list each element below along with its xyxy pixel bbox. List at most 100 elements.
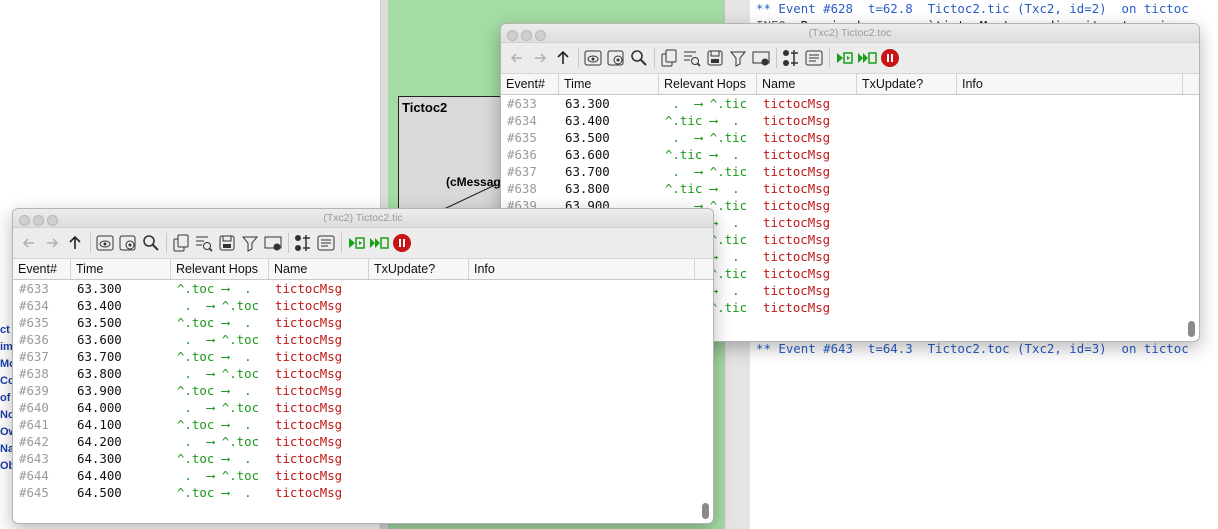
event-number: #644 xyxy=(19,468,49,483)
network-button[interactable] xyxy=(781,48,801,68)
table-row[interactable]: #638 63.800 ^.tic ⟶ . tictocMsg xyxy=(501,180,1199,197)
copy-icon xyxy=(661,49,677,67)
column-header[interactable]: Time xyxy=(559,74,659,94)
message-name: tictocMsg xyxy=(275,298,343,313)
back-button[interactable] xyxy=(19,233,39,253)
search-icon xyxy=(631,50,647,66)
column-header[interactable]: Event# xyxy=(13,259,71,279)
message-name: tictocMsg xyxy=(275,383,343,398)
message-name: tictocMsg xyxy=(275,434,343,449)
column-header[interactable]: Relevant Hops xyxy=(659,74,757,94)
list-item[interactable]: No xyxy=(0,407,12,424)
event-time: 63.900 xyxy=(77,383,122,398)
scrollbar[interactable] xyxy=(1188,321,1195,337)
table-row[interactable]: #637 63.700 ^.toc ⟶ . tictocMsg xyxy=(13,348,713,365)
message-name: tictocMsg xyxy=(763,283,831,298)
message-name: tictocMsg xyxy=(275,485,343,500)
table-row[interactable]: #636 63.600 ^.tic ⟶ . tictocMsg xyxy=(501,146,1199,163)
find-button[interactable] xyxy=(194,233,214,253)
table-row[interactable]: #638 63.800 . ⟶ ^.toc tictocMsg xyxy=(13,365,713,382)
filter-button[interactable] xyxy=(240,233,260,253)
table-row[interactable]: #642 64.200 . ⟶ ^.toc tictocMsg xyxy=(13,433,713,450)
list-icon xyxy=(317,235,335,251)
event-number: #634 xyxy=(19,298,49,313)
network-button[interactable] xyxy=(293,233,313,253)
table-row[interactable]: #643 64.300 ^.toc ⟶ . tictocMsg xyxy=(13,450,713,467)
config-icon xyxy=(752,51,770,66)
table-row[interactable]: #641 64.100 ^.toc ⟶ . tictocMsg xyxy=(13,416,713,433)
stop-button[interactable] xyxy=(880,48,900,68)
settings-button[interactable] xyxy=(606,48,626,68)
settings-icon xyxy=(119,235,136,251)
table-row[interactable]: #640 64.000 . ⟶ ^.toc tictocMsg xyxy=(13,399,713,416)
column-header[interactable]: Name xyxy=(757,74,857,94)
save-button[interactable] xyxy=(705,48,725,68)
forward-button[interactable] xyxy=(42,233,62,253)
inspect-button[interactable] xyxy=(583,48,603,68)
config-button[interactable] xyxy=(263,233,283,253)
window-titlebar[interactable]: (Txc2) Tictoc2.tic xyxy=(13,209,713,228)
inspect-button[interactable] xyxy=(95,233,115,253)
run-button[interactable] xyxy=(834,48,854,68)
table-row[interactable]: #633 63.300 ^.toc ⟶ . tictocMsg xyxy=(13,280,713,297)
list-button[interactable] xyxy=(804,48,824,68)
event-number: #643 xyxy=(19,451,49,466)
column-header[interactable]: Relevant Hops xyxy=(171,259,269,279)
table-row[interactable]: #635 63.500 . ⟶ ^.tic tictocMsg xyxy=(501,129,1199,146)
list-item[interactable]: ct xyxy=(0,322,12,339)
table-row[interactable]: #645 64.500 ^.toc ⟶ . tictocMsg xyxy=(13,484,713,501)
copy-button[interactable] xyxy=(171,233,191,253)
up-button[interactable] xyxy=(65,233,85,253)
save-button[interactable] xyxy=(217,233,237,253)
event-table: #633 63.300 ^.toc ⟶ . tictocMsg #634 63.400 .… xyxy=(13,280,713,501)
fast-run-button[interactable] xyxy=(857,48,877,68)
copy-button[interactable] xyxy=(659,48,679,68)
log-line: ** Event #643 t=64.3 Tictoc2.toc (Txc2, … xyxy=(756,341,1189,356)
back-icon xyxy=(22,238,34,248)
table-row[interactable]: #635 63.500 ^.toc ⟶ . tictocMsg xyxy=(13,314,713,331)
back-button[interactable] xyxy=(507,48,527,68)
event-time: 63.800 xyxy=(565,181,610,196)
column-header[interactable]: Name xyxy=(269,259,369,279)
table-row[interactable]: #644 64.400 . ⟶ ^.toc tictocMsg xyxy=(13,467,713,484)
table-header: Event# Time Relevant Hops Name TxUpdate? Info xyxy=(13,259,713,280)
event-time: 63.500 xyxy=(565,130,610,145)
search-button[interactable] xyxy=(141,233,161,253)
filter-button[interactable] xyxy=(728,48,748,68)
table-row[interactable]: #634 63.400 ^.tic ⟶ . tictocMsg xyxy=(501,112,1199,129)
run-icon xyxy=(349,237,365,249)
table-row[interactable]: #634 63.400 . ⟶ ^.toc tictocMsg xyxy=(13,297,713,314)
list-button[interactable] xyxy=(316,233,336,253)
column-header[interactable]: Time xyxy=(71,259,171,279)
search-button[interactable] xyxy=(629,48,649,68)
window-titlebar[interactable]: (Txc2) Tictoc2.toc xyxy=(501,24,1199,43)
list-item[interactable]: Na xyxy=(0,441,12,458)
scrollbar[interactable] xyxy=(702,503,709,519)
forward-button[interactable] xyxy=(530,48,550,68)
table-row[interactable]: #637 63.700 . ⟶ ^.tic tictocMsg xyxy=(501,163,1199,180)
column-header[interactable]: TxUpdate? xyxy=(857,74,957,94)
list-item[interactable]: im xyxy=(0,339,12,356)
fast-run-button[interactable] xyxy=(369,233,389,253)
run-button[interactable] xyxy=(346,233,366,253)
column-header[interactable]: Info xyxy=(957,74,1183,94)
message-name: tictocMsg xyxy=(763,164,831,179)
stop-icon xyxy=(393,234,411,252)
table-row[interactable]: #636 63.600 . ⟶ ^.toc tictocMsg xyxy=(13,331,713,348)
find-button[interactable] xyxy=(682,48,702,68)
config-button[interactable] xyxy=(751,48,771,68)
relevant-hops: . ⟶ ^.tic xyxy=(665,130,748,145)
table-row[interactable]: #639 63.900 ^.toc ⟶ . tictocMsg xyxy=(13,382,713,399)
table-row[interactable]: #633 63.300 . ⟶ ^.tic tictocMsg xyxy=(501,95,1199,112)
list-item[interactable]: Ob xyxy=(0,458,12,475)
settings-button[interactable] xyxy=(118,233,138,253)
up-button[interactable] xyxy=(553,48,573,68)
column-header[interactable]: Event# xyxy=(501,74,559,94)
list-item[interactable]: of xyxy=(0,390,12,407)
stop-button[interactable] xyxy=(392,233,412,253)
list-item[interactable]: Mo xyxy=(0,356,12,373)
column-header[interactable]: TxUpdate? xyxy=(369,259,469,279)
list-item[interactable]: Ow xyxy=(0,424,12,441)
list-item[interactable]: Co xyxy=(0,373,12,390)
column-header[interactable]: Info xyxy=(469,259,695,279)
